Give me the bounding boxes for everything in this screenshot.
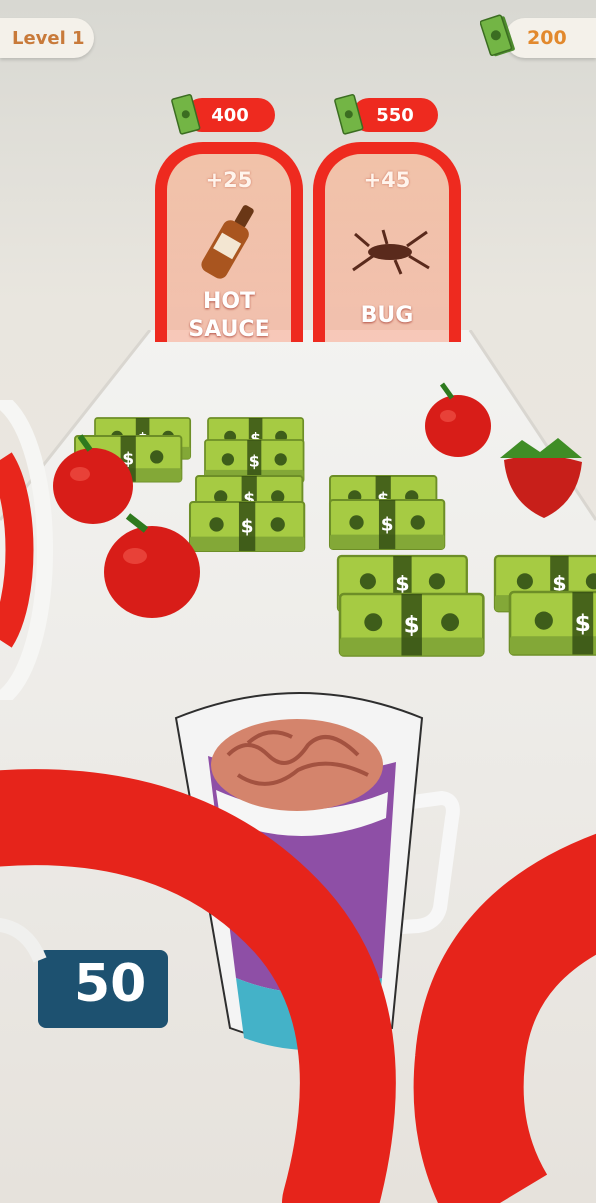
cash-icon [171, 94, 201, 135]
strawberry-icon [500, 438, 582, 518]
gate-name-line1: HOT [202, 289, 256, 314]
money-value: 200 [527, 27, 567, 49]
foreground-rings [0, 769, 596, 1203]
gate-price: 550 [376, 104, 414, 126]
apple-icon [104, 513, 200, 618]
gate-bonus: +45 [363, 168, 411, 192]
upgrade-gate-bug[interactable]: +45 BUG [313, 142, 461, 342]
hot-sauce-bottle-icon [201, 205, 254, 279]
cash-icon [480, 14, 515, 57]
upgrade-gate-hot-sauce[interactable]: +25 HOT SAUCE [155, 142, 303, 342]
fruit-pickups [53, 382, 582, 618]
gate-price: 400 [211, 104, 249, 126]
gate-name-line1: BUG [360, 303, 414, 328]
level-label: Level 1 [12, 27, 85, 49]
bug-icon [352, 229, 430, 275]
level-indicator: Level 1 [0, 18, 94, 58]
gate-name-line2: SAUCE [188, 317, 270, 342]
gate-bonus: +25 [205, 168, 253, 192]
apple-icon [53, 434, 133, 524]
cash-icon [334, 94, 364, 135]
apple-icon [425, 382, 491, 457]
